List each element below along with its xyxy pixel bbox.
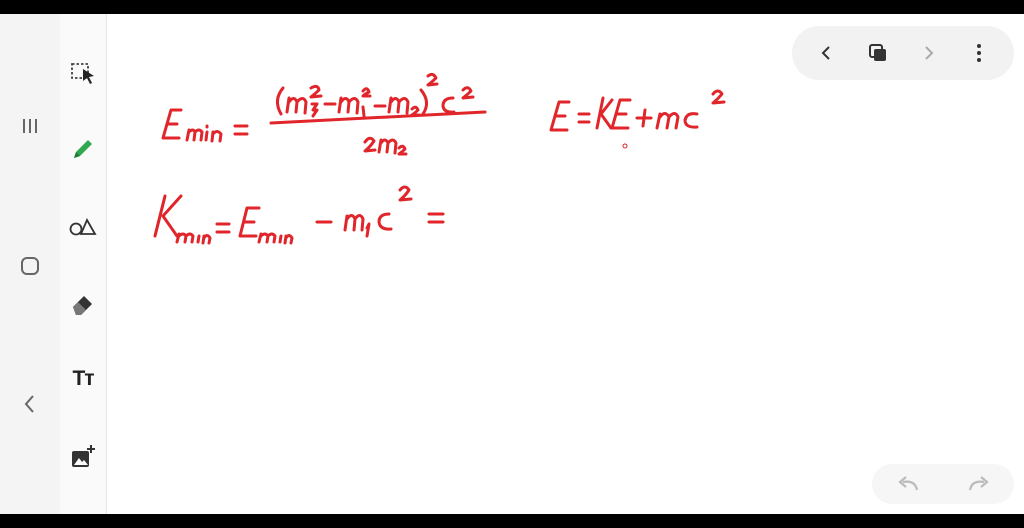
home-icon xyxy=(21,257,39,275)
undo-icon xyxy=(897,476,918,491)
history-controls xyxy=(872,464,1014,504)
previous-page-button[interactable] xyxy=(807,33,847,73)
app-screen: Tт xyxy=(0,14,1024,514)
pen-icon xyxy=(74,140,92,158)
lasso-select-tool[interactable] xyxy=(64,54,102,92)
equals-sign-1 xyxy=(233,124,249,136)
undo-button[interactable] xyxy=(888,466,928,502)
page-navigation xyxy=(792,26,1014,80)
eraser-icon xyxy=(73,296,92,315)
home-button[interactable] xyxy=(10,246,50,286)
fraction-denominator xyxy=(363,136,408,156)
eraser-tool[interactable] xyxy=(64,284,102,322)
e-min-label xyxy=(161,108,223,143)
pages-icon xyxy=(868,44,886,61)
shapes-icon xyxy=(69,217,97,236)
tool-palette: Tт xyxy=(60,14,107,514)
chevron-left-icon xyxy=(821,46,830,60)
fraction-numerator xyxy=(276,72,475,118)
status-bar xyxy=(0,0,1024,14)
more-options-button[interactable] xyxy=(959,33,999,73)
drawing-canvas[interactable] xyxy=(107,14,1024,514)
text-icon: Tт xyxy=(72,367,94,390)
recents-icon xyxy=(23,119,37,133)
back-button[interactable] xyxy=(10,384,50,424)
redo-button[interactable] xyxy=(959,466,999,502)
insert-image-tool[interactable] xyxy=(64,438,102,476)
lasso-select-icon xyxy=(71,63,94,84)
next-page-button[interactable] xyxy=(908,33,948,73)
recents-button[interactable] xyxy=(10,106,50,146)
energy-relation xyxy=(549,89,726,132)
more-vertical-icon xyxy=(976,44,981,62)
k-min-expression xyxy=(153,185,445,245)
redo-icon xyxy=(968,476,989,491)
shapes-tool[interactable] xyxy=(64,207,102,245)
stray-dot xyxy=(622,143,628,149)
back-icon xyxy=(24,395,34,413)
bottom-bezel xyxy=(0,514,1024,528)
handwritten-equations xyxy=(153,72,726,245)
add-image-icon xyxy=(72,445,95,467)
chevron-right-icon xyxy=(925,46,934,60)
pages-overview-button[interactable] xyxy=(858,33,898,73)
system-nav-bar xyxy=(0,14,60,514)
fraction-bar xyxy=(269,110,487,125)
text-tool[interactable]: Tт xyxy=(64,360,102,398)
pen-tool[interactable] xyxy=(64,130,102,168)
